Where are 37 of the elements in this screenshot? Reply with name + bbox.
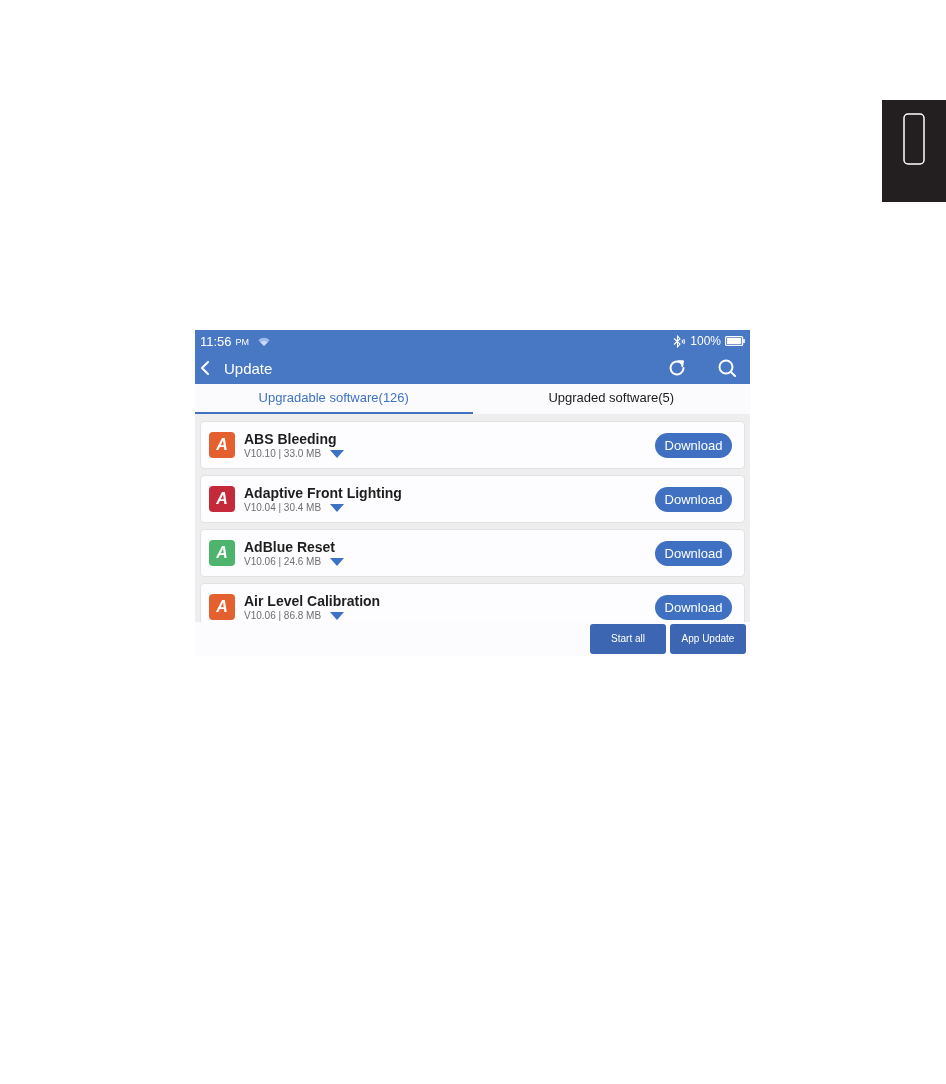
download-button[interactable]: Download <box>655 594 732 620</box>
battery-percent: 100% <box>690 335 721 347</box>
refresh-icon[interactable] <box>668 359 686 377</box>
wifi-icon <box>258 336 271 346</box>
back-icon[interactable] <box>201 361 209 375</box>
app-icon: A <box>209 540 235 566</box>
software-name: ABS Bleeding <box>244 430 338 447</box>
search-icon[interactable] <box>718 359 736 377</box>
footer-button[interactable]: Start all <box>590 624 666 654</box>
time-period: PM <box>235 337 250 347</box>
bluetooth-icon <box>673 334 686 348</box>
software-card[interactable]: A Air Level Calibration V10.06 | 86.8 MB Download <box>200 583 745 622</box>
battery-full-icon <box>725 336 745 346</box>
version-size: V10.06 | 86.8 MB <box>244 609 322 622</box>
app-icon: A <box>209 486 235 512</box>
version-size: V10.06 | 24.6 MB <box>244 555 322 568</box>
download-button[interactable]: Download <box>655 486 732 512</box>
software-name: Air Level Calibration <box>244 592 381 609</box>
download-button[interactable]: Download <box>655 432 732 458</box>
software-card[interactable]: A ABS Bleeding V10.10 | 33.0 MB Download <box>200 421 745 469</box>
expand-caret-icon[interactable] <box>330 449 345 458</box>
rounded-rectangle-icon <box>903 113 925 165</box>
expand-caret-icon[interactable] <box>330 611 345 620</box>
expand-caret-icon[interactable] <box>330 557 345 566</box>
software-name: Adaptive Front Lighting <box>244 484 402 501</box>
version-size: V10.04 | 30.4 MB <box>244 501 322 514</box>
app-icon: A <box>209 432 235 458</box>
download-button[interactable]: Download <box>655 540 732 566</box>
software-name: AdBlue Reset <box>244 538 337 555</box>
app-icon: A <box>209 594 235 620</box>
version-size: V10.10 | 33.0 MB <box>244 447 322 460</box>
expand-caret-icon[interactable] <box>330 503 345 512</box>
status-time: 11:56 <box>200 334 232 348</box>
page-title: Update <box>224 360 273 376</box>
software-card[interactable]: A AdBlue Reset V10.06 | 24.6 MB Download <box>200 529 745 577</box>
footer-button[interactable]: App Update <box>670 624 746 654</box>
software-card[interactable]: A Adaptive Front Lighting V10.04 | 30.4 MB Download <box>200 475 745 523</box>
